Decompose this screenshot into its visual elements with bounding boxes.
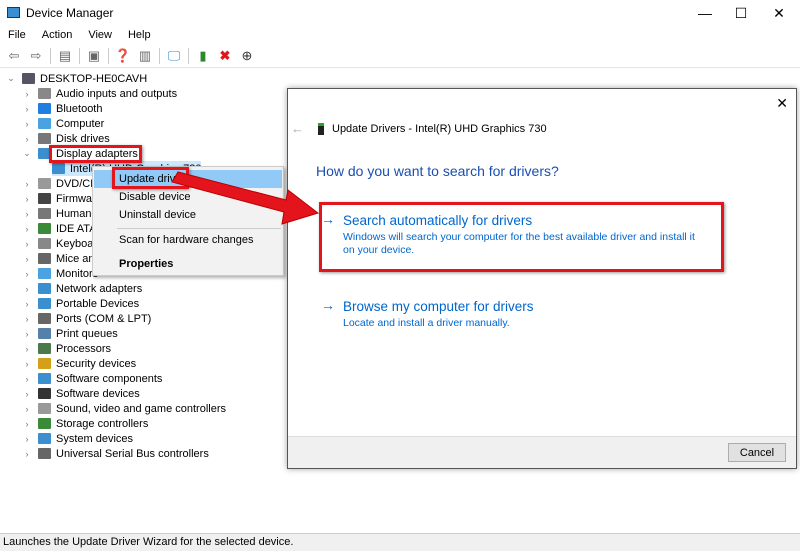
status-bar: Launches the Update Driver Wizard for th… <box>0 533 800 551</box>
red-arrow-icon <box>171 171 320 225</box>
red-arrow-annotation <box>171 171 320 225</box>
